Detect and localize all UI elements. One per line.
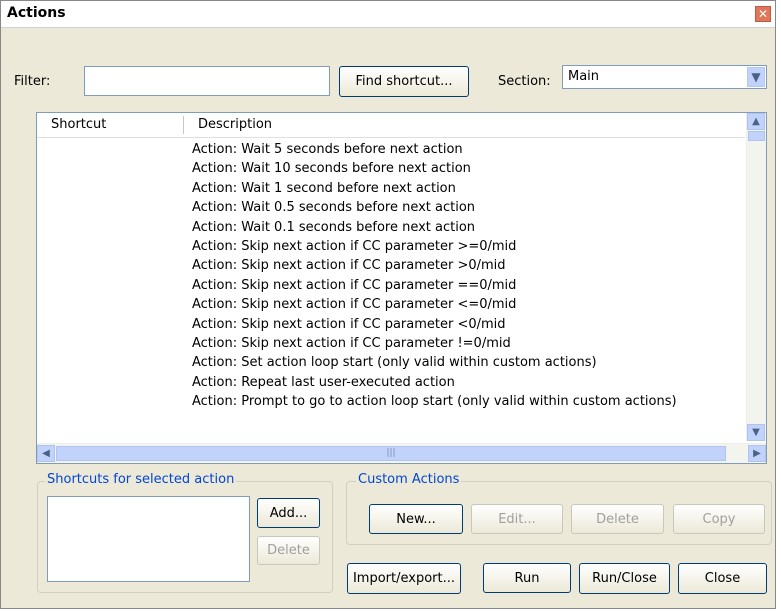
scroll-up-icon[interactable]: ▲ [747,113,765,130]
delete-shortcut-button[interactable]: Delete [257,536,320,565]
list-item[interactable]: Action: Wait 0.1 seconds before next act… [37,218,745,237]
list-item[interactable]: Action: Wait 10 seconds before next acti… [37,159,745,178]
filter-input[interactable] [84,66,330,96]
list-item[interactable]: Action: Repeat last user-executed action [37,373,745,392]
run-button[interactable]: Run [483,563,571,593]
import-export-button[interactable]: Import/export... [347,563,461,594]
list-rows: Action: Wait 5 seconds before next actio… [37,140,745,411]
list-item[interactable]: Action: Set action loop start (only vali… [37,353,745,372]
actions-window: Actions ✕ Filter: Find shortcut... Secti… [0,0,776,609]
copy-custom-action-button[interactable]: Copy [673,504,765,534]
horizontal-scroll-thumb[interactable]: ||| [56,446,726,461]
find-shortcut-button[interactable]: Find shortcut... [339,66,469,97]
new-custom-action-button[interactable]: New... [369,504,463,534]
list-item[interactable]: Action: Wait 5 seconds before next actio… [37,140,745,159]
list-item[interactable]: Action: Skip next action if CC parameter… [37,295,745,314]
title-bar: Actions ✕ [1,1,775,28]
scroll-left-icon[interactable]: ◀ [37,445,55,462]
window-title: Actions [7,5,66,21]
shortcuts-group-label: Shortcuts for selected action [45,472,237,487]
vertical-scroll-thumb[interactable] [748,131,765,141]
list-item[interactable]: Action: Wait 0.5 seconds before next act… [37,198,745,217]
scroll-down-icon[interactable]: ▼ [747,424,765,441]
list-header: Shortcut Description [37,113,745,138]
scroll-right-icon[interactable]: ▶ [748,445,766,462]
actions-list[interactable]: Shortcut Description Action: Wait 5 seco… [36,112,767,464]
close-button[interactable]: Close [678,563,767,594]
list-item[interactable]: Action: Skip next action if CC parameter… [37,237,745,256]
section-label: Section: [498,74,551,89]
column-header-description[interactable]: Description [198,117,272,132]
column-separator[interactable] [183,116,184,134]
list-item[interactable]: Action: Prompt to go to action loop star… [37,392,745,411]
list-item[interactable]: Action: Skip next action if CC parameter… [37,256,745,275]
column-header-shortcut[interactable]: Shortcut [51,117,106,132]
horizontal-scrollbar[interactable]: ◀ ||| ▶ [37,443,766,463]
section-select[interactable]: Main ▼ [562,65,767,89]
custom-actions-group-label: Custom Actions [356,472,462,487]
delete-custom-action-button[interactable]: Delete [571,504,664,534]
edit-custom-action-button[interactable]: Edit... [471,504,563,534]
list-item[interactable]: Action: Wait 1 second before next action [37,179,745,198]
shortcuts-listbox[interactable] [47,496,250,582]
chevron-down-icon[interactable]: ▼ [747,67,765,87]
list-item[interactable]: Action: Skip next action if CC parameter… [37,334,745,353]
section-value: Main [568,69,600,84]
close-icon[interactable]: ✕ [755,6,771,22]
list-item[interactable]: Action: Skip next action if CC parameter… [37,315,745,334]
add-shortcut-button[interactable]: Add... [257,498,320,528]
vertical-scrollbar[interactable]: ▲ ▼ [746,113,766,441]
filter-label: Filter: [14,74,51,89]
run-close-button[interactable]: Run/Close [579,563,670,594]
list-item[interactable]: Action: Skip next action if CC parameter… [37,276,745,295]
